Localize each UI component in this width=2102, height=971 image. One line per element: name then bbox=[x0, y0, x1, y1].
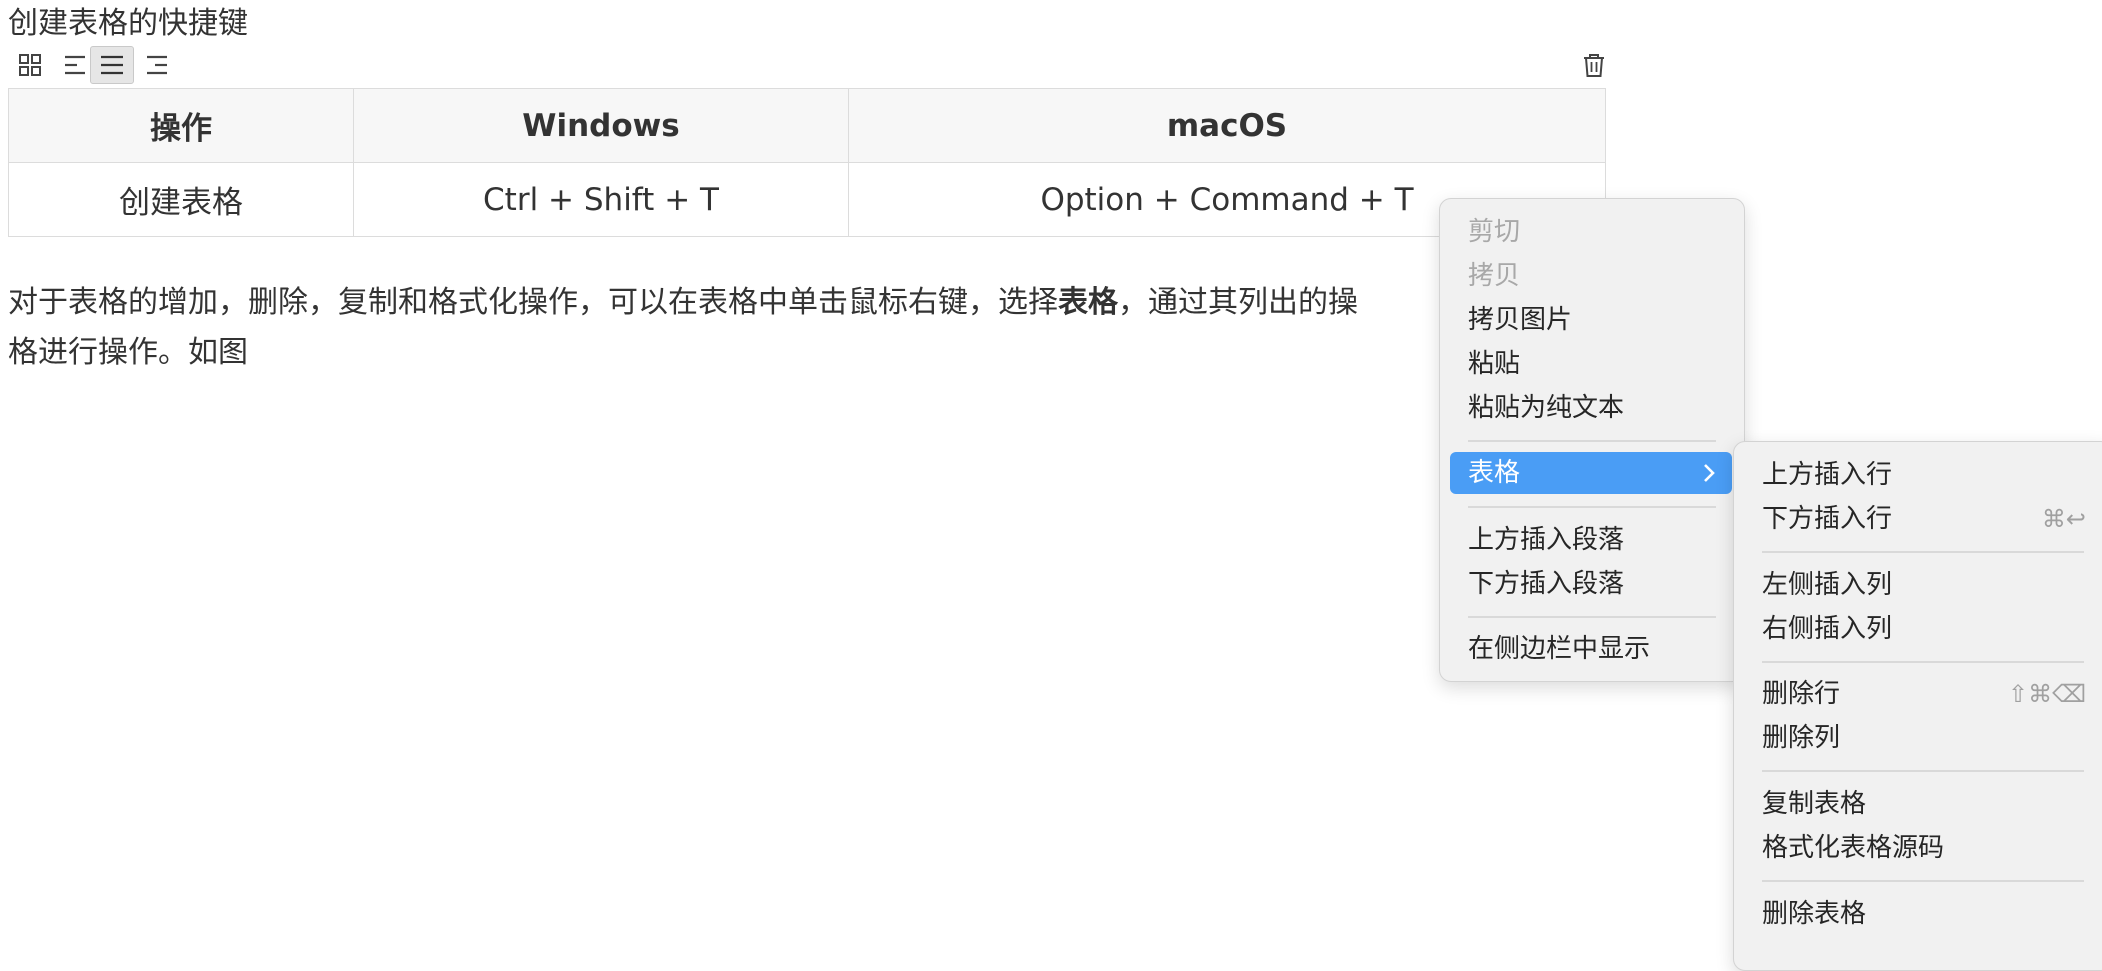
table-header-cell[interactable]: 操作 bbox=[8, 88, 354, 163]
submenu-item-insert-row-below[interactable]: 下方插入行 bbox=[1762, 502, 1892, 536]
table-header-cell[interactable]: macOS bbox=[848, 88, 1606, 163]
menu-item-copy-image[interactable]: 拷贝图片 bbox=[1468, 303, 1572, 337]
context-menu: 剪切 拷贝 拷贝图片 粘贴 粘贴为纯文本 表格 上方插入段落 下方插入段落 在侧… bbox=[1439, 198, 1745, 682]
menu-separator bbox=[1762, 661, 2084, 663]
paragraph-text: 对于表格的增加，删除，复制和格式化操作，可以在表格中单击鼠标右键，选择 bbox=[8, 285, 1058, 320]
align-right-button[interactable] bbox=[134, 46, 178, 84]
submenu-item-copy-table[interactable]: 复制表格 bbox=[1762, 787, 1866, 821]
trash-icon bbox=[1584, 54, 1604, 77]
paragraph-bold-text: 表格 bbox=[1058, 285, 1118, 320]
menu-item-paste-plain[interactable]: 粘贴为纯文本 bbox=[1468, 391, 1624, 425]
align-center-icon bbox=[101, 55, 123, 75]
align-left-icon bbox=[65, 55, 85, 75]
menu-item-insert-paragraph-above[interactable]: 上方插入段落 bbox=[1468, 523, 1624, 557]
align-right-icon bbox=[147, 55, 167, 75]
paragraph-text: 格进行操作。如图 bbox=[8, 335, 248, 370]
table-submenu: 上方插入行 下方插入行 ⌘↩ 左侧插入列 右侧插入列 删除行 ⇧⌘⌫ 删除列 复… bbox=[1733, 441, 2102, 971]
menu-item-table[interactable]: 表格 bbox=[1450, 452, 1732, 494]
menu-separator bbox=[1468, 616, 1716, 618]
delete-table-button[interactable] bbox=[1572, 46, 1616, 84]
table-header-cell[interactable]: Windows bbox=[353, 88, 849, 163]
submenu-item-insert-row-above[interactable]: 上方插入行 bbox=[1762, 458, 1892, 492]
table-cell[interactable]: 创建表格 bbox=[8, 162, 354, 237]
menu-item-paste[interactable]: 粘贴 bbox=[1468, 347, 1520, 381]
submenu-item-delete-row[interactable]: 删除行 bbox=[1762, 677, 1840, 711]
menu-item-insert-paragraph-below[interactable]: 下方插入段落 bbox=[1468, 567, 1624, 601]
menu-item-show-in-sidebar[interactable]: 在侧边栏中显示 bbox=[1468, 632, 1650, 666]
menu-separator bbox=[1762, 551, 2084, 553]
menu-separator bbox=[1468, 506, 1716, 508]
table-toolbar bbox=[6, 46, 1611, 86]
chevron-right-icon bbox=[1704, 464, 1715, 482]
menu-separator bbox=[1468, 440, 1716, 442]
menu-item-copy[interactable]: 拷贝 bbox=[1468, 259, 1520, 293]
table-header-row: 操作 Windows macOS bbox=[8, 88, 1606, 163]
section-heading: 创建表格的快捷键 bbox=[8, 6, 248, 41]
menu-separator bbox=[1762, 770, 2084, 772]
table-resize-button[interactable] bbox=[8, 46, 52, 84]
paragraph-text: ，通过其列出的操 bbox=[1118, 285, 1358, 320]
grid-icon bbox=[19, 54, 41, 76]
align-center-button[interactable] bbox=[90, 46, 134, 84]
submenu-item-delete-table[interactable]: 删除表格 bbox=[1762, 897, 1866, 931]
shortcut-table: 操作 Windows macOS 创建表格 Ctrl + Shift + T O… bbox=[8, 88, 1606, 237]
submenu-item-delete-column[interactable]: 删除列 bbox=[1762, 721, 1840, 755]
shortcut-delete-row: ⇧⌘⌫ bbox=[2007, 680, 2086, 708]
submenu-item-insert-column-right[interactable]: 右侧插入列 bbox=[1762, 612, 1892, 646]
table-row: 创建表格 Ctrl + Shift + T Option + Command +… bbox=[8, 162, 1606, 237]
menu-separator bbox=[1762, 880, 2084, 882]
shortcut-insert-row-below: ⌘↩ bbox=[2041, 505, 2086, 533]
menu-item-table-label: 表格 bbox=[1468, 458, 1521, 488]
submenu-item-format-table-source[interactable]: 格式化表格源码 bbox=[1762, 831, 1944, 865]
submenu-item-insert-column-left[interactable]: 左侧插入列 bbox=[1762, 568, 1892, 602]
table-cell[interactable]: Ctrl + Shift + T bbox=[353, 162, 849, 237]
description-paragraph: 对于表格的增加，删除，复制和格式化操作，可以在表格中单击鼠标右键，选择表格，通过… bbox=[8, 278, 1468, 378]
menu-item-cut[interactable]: 剪切 bbox=[1468, 215, 1520, 249]
